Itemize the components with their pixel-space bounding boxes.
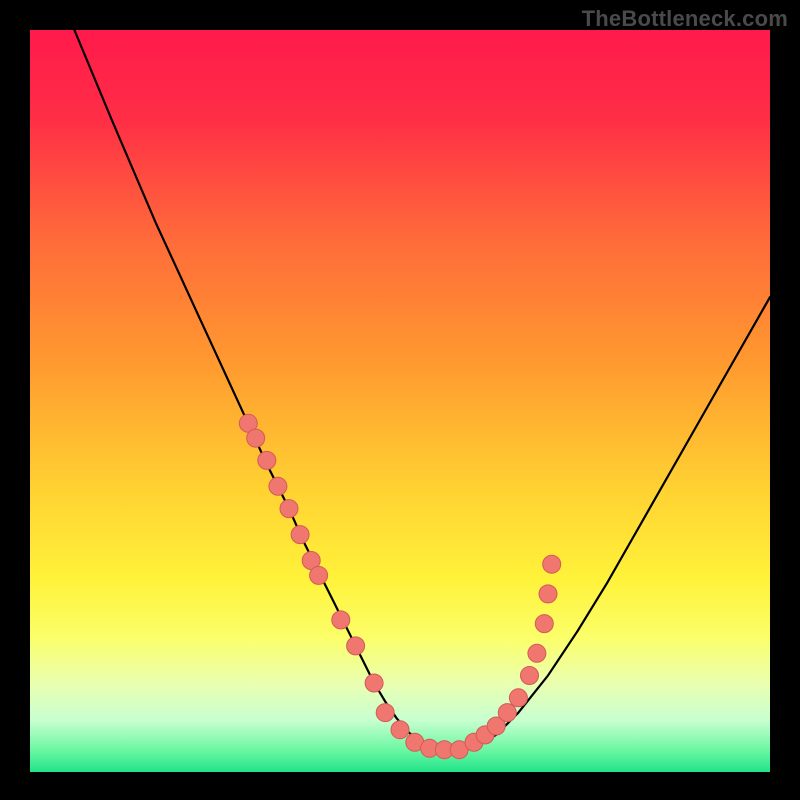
watermark-text: TheBottleneck.com — [582, 6, 788, 32]
data-point — [291, 526, 309, 544]
data-point — [347, 637, 365, 655]
data-points-layer — [30, 30, 770, 772]
data-point — [376, 704, 394, 722]
data-point — [332, 611, 350, 629]
data-point — [543, 555, 561, 573]
data-point — [391, 721, 409, 739]
data-point — [498, 704, 516, 722]
chart-frame: TheBottleneck.com — [0, 0, 800, 800]
data-point — [539, 585, 557, 603]
data-point — [535, 615, 553, 633]
data-point — [269, 477, 287, 495]
data-point — [509, 689, 527, 707]
data-point — [247, 429, 265, 447]
data-point — [310, 566, 328, 584]
data-point — [365, 674, 383, 692]
plot-area — [30, 30, 770, 772]
data-point — [528, 644, 546, 662]
data-point — [258, 451, 276, 469]
data-point — [280, 500, 298, 518]
data-point — [521, 667, 539, 685]
